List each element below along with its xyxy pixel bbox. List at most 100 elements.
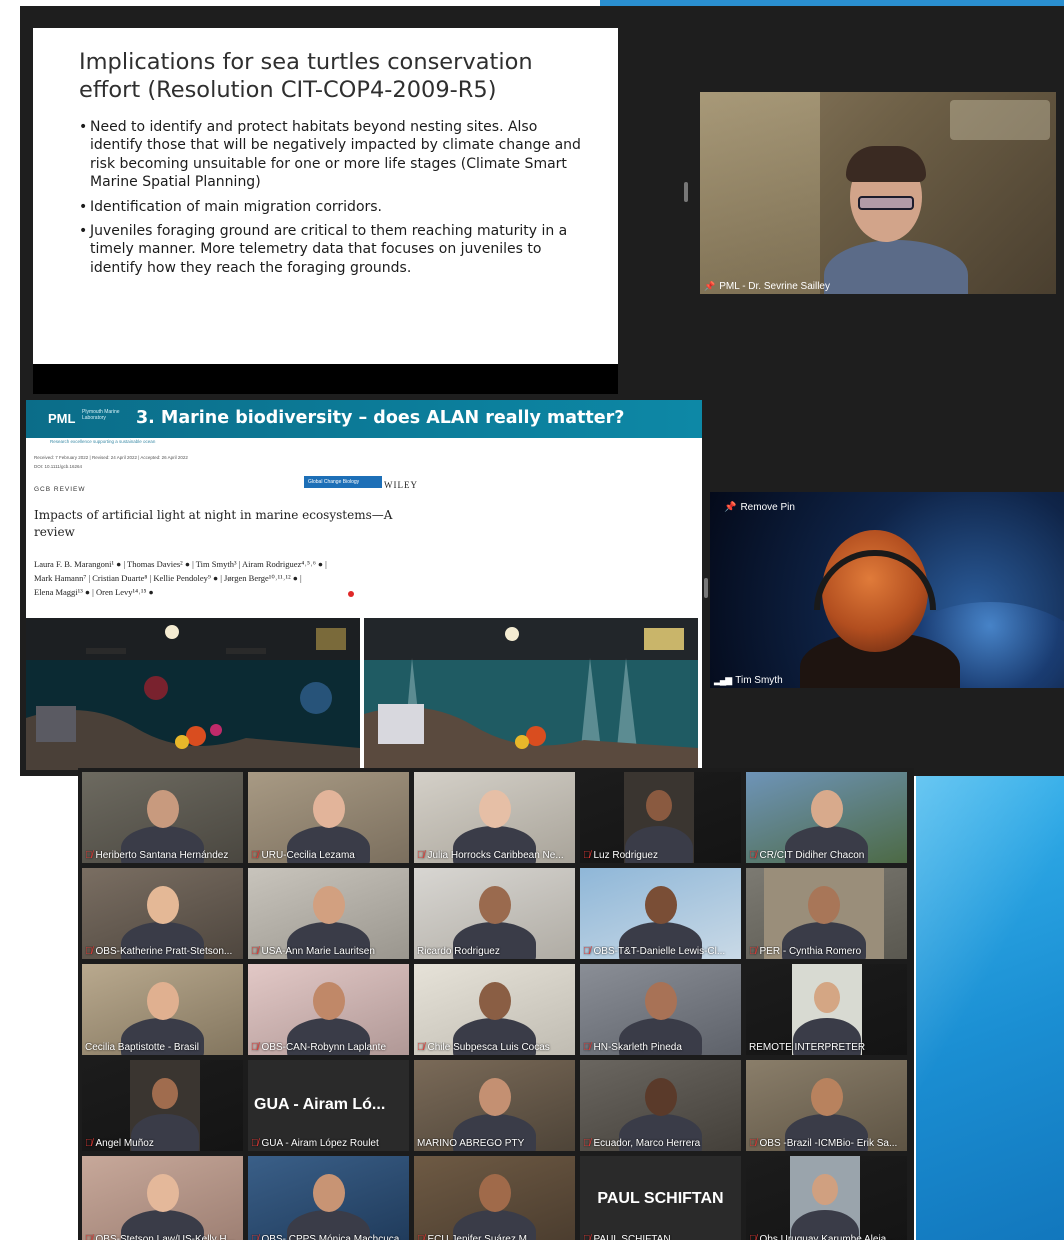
- participant-placeholder-name: GUA - Airam Ló...: [254, 1096, 386, 1113]
- participant-placeholder-name: PAUL SCHIFTAN: [597, 1190, 724, 1207]
- mic-muted-icon: 🎙̸: [749, 1234, 757, 1240]
- slide-title: Implications for sea turtles conservatio…: [79, 49, 533, 103]
- speaker-video-sevrine[interactable]: 📌 PML - Dr. Sevrine Sailley: [700, 92, 1056, 294]
- person-head: [814, 982, 840, 1014]
- participant-name: 🎙̸ Julia Horrocks Caribbean Ne...: [417, 850, 564, 861]
- participant-name: Cecilia Baptistotte - Brasil: [85, 1042, 199, 1053]
- author-line: Laura F. B. Marangoni¹ ● | Thomas Davies…: [34, 559, 327, 569]
- participant-name: 🎙̸ OBS-Stetson Law/US-Kelly H...: [85, 1234, 240, 1240]
- pin-icon: 📌: [724, 502, 737, 513]
- pin-icon: 📌: [704, 281, 716, 291]
- person-head: [146, 790, 179, 829]
- publisher-logo: WILEY: [384, 480, 418, 490]
- remove-pin-button[interactable]: 📌 Remove Pin: [724, 502, 795, 513]
- participant-tile[interactable]: 🎙̸ CR/CIT Didiher Chacon: [746, 772, 907, 863]
- participant-tile[interactable]: 🎙̸ Ecuador, Marco Herrera: [580, 1060, 741, 1151]
- participant-tile[interactable]: 🎙̸ Chile Subpesca Luis Cocas: [414, 964, 575, 1055]
- person-head: [146, 886, 179, 925]
- participant-tile[interactable]: 🎙̸ Julia Horrocks Caribbean Ne...: [414, 772, 575, 863]
- participant-tile[interactable]: 🎙̸ HN-Skarleth Pineda: [580, 964, 741, 1055]
- participant-tile[interactable]: Cecilia Baptistotte - Brasil: [82, 964, 243, 1055]
- pml-logo: PML: [48, 411, 76, 426]
- person-head: [478, 886, 511, 925]
- article-dates: Received: 7 February 2022 | Revised: 24 …: [34, 455, 188, 460]
- participant-tile[interactable]: 🎙̸ USA-Ann Marie Lauritsen: [248, 868, 409, 959]
- speaker-name-label: ▂▄▆ Tim Smyth: [714, 675, 783, 686]
- participant-tile[interactable]: 🎙̸ OBS -Brazil -ICMBio- Erik Sa...: [746, 1060, 907, 1151]
- person-head: [312, 790, 345, 829]
- slide-bullet-list: Need to identify and protect habitats be…: [79, 118, 592, 277]
- mic-muted-icon: 🎙̸: [85, 850, 93, 861]
- laser-pointer-dot: [348, 591, 354, 597]
- mic-muted-icon: 🎙̸: [583, 1138, 591, 1149]
- author-line: Elena Maggi¹³ ● | Oren Levy¹⁴˒¹⁵ ●: [34, 587, 154, 597]
- mic-muted-icon: 🎙̸: [417, 1234, 425, 1240]
- article-authors: Laura F. B. Marangoni¹ ● | Thomas Davies…: [34, 557, 434, 599]
- participant-name: 🎙̸ Heriberto Santana Hernández: [85, 850, 229, 861]
- person-head: [146, 982, 179, 1021]
- person-head: [312, 982, 345, 1021]
- splitter-handle[interactable]: [684, 182, 688, 202]
- person-head: [808, 886, 840, 925]
- participant-tile[interactable]: 🎙̸ Heriberto Santana Hernández: [82, 772, 243, 863]
- participant-tile[interactable]: PAUL SCHIFTAN 🎙̸ PAUL SCHIFTAN: [580, 1156, 741, 1240]
- person-head: [478, 982, 511, 1021]
- author-line: Mark Hamann⁷ | Cristian Duarte⁸ | Kellie…: [34, 573, 302, 583]
- participant-tile[interactable]: 🎙̸ OBS-CAN-Robynn Laplante: [248, 964, 409, 1055]
- person-head: [146, 1174, 179, 1213]
- slide-theme-accent-right: [916, 776, 1064, 1240]
- participant-tile[interactable]: 🎙̸ OBS-T&T-Danielle Lewis-Cl...: [580, 868, 741, 959]
- speaker-name-label: 📌 PML - Dr. Sevrine Sailley: [704, 281, 830, 292]
- slide-header-bar: PML Plymouth Marine Laboratory 3. Marine…: [26, 400, 702, 438]
- participant-name: 🎙̸ CR/CIT Didiher Chacon: [749, 850, 865, 861]
- article-title: Impacts of artificial light at night in …: [34, 508, 393, 539]
- participant-name: 🎙̸ PER - Cynthia Romero: [749, 946, 862, 957]
- person-head: [478, 1078, 511, 1117]
- person-head: [810, 790, 843, 829]
- participant-name: 🎙̸ OBS-Katherine Pratt-Stetson...: [85, 946, 233, 957]
- participant-tile[interactable]: 🎙̸ ECU Jenifer Suárez M: [414, 1156, 575, 1240]
- mic-muted-icon: 🎙̸: [85, 1138, 93, 1149]
- person-head: [478, 790, 511, 829]
- participant-tile[interactable]: Ricardo Rodriguez: [414, 868, 575, 959]
- mic-muted-icon: 🎙̸: [85, 946, 93, 957]
- mic-muted-icon: 🎙̸: [583, 1042, 591, 1053]
- participant-name: 🎙̸ GUA - Airam López Roulet: [251, 1138, 379, 1149]
- participant-tile[interactable]: 🎙̸ PER - Cynthia Romero: [746, 868, 907, 959]
- slide-bullet: Identification of main migration corrido…: [79, 198, 592, 217]
- slide-tagline: Research excellence supporting a sustain…: [50, 439, 156, 444]
- participant-name: 🎙̸ USA-Ann Marie Lauritsen: [251, 946, 375, 957]
- participant-name: MARINO ABREGO PTY: [417, 1138, 525, 1149]
- participant-tile[interactable]: 🎙̸ Luz Rodriguez: [580, 772, 741, 863]
- participant-tile[interactable]: 🎙̸ Angel Muñoz: [82, 1060, 243, 1151]
- journal-badge: Global Change Biology: [304, 476, 382, 488]
- mic-muted-icon: 🎙̸: [251, 1042, 259, 1053]
- mic-muted-icon: 🎙̸: [583, 946, 591, 957]
- person-head: [644, 1078, 677, 1117]
- participant-tile[interactable]: REMOTE INTERPRETER: [746, 964, 907, 1055]
- speaker-video-tim[interactable]: 📌 Remove Pin ▂▄▆ Tim Smyth: [710, 492, 1064, 688]
- mic-muted-icon: 🎙̸: [251, 1234, 259, 1240]
- participant-tile[interactable]: MARINO ABREGO PTY: [414, 1060, 575, 1151]
- participant-name: 🎙̸ OBS -Brazil -ICMBio- Erik Sa...: [749, 1138, 898, 1149]
- person-head: [152, 1078, 178, 1110]
- illustration-night-ocean-left: [26, 618, 360, 770]
- article-doi: DOI: 10.1111/gcb.16264: [34, 464, 83, 469]
- participant-name: 🎙̸ HN-Skarleth Pineda: [583, 1042, 682, 1053]
- participant-tile[interactable]: 🎙̸ OBS- CPPS Mónica Machcuca: [248, 1156, 409, 1240]
- slide-bullet: Need to identify and protect habitats be…: [79, 118, 592, 192]
- participant-tile[interactable]: 🎙̸ OBS-Katherine Pratt-Stetson...: [82, 868, 243, 959]
- person-head: [644, 886, 677, 925]
- participant-name: 🎙̸ ECU Jenifer Suárez M: [417, 1234, 572, 1240]
- participant-name: 🎙̸ OBS-CAN-Robynn Laplante: [251, 1042, 387, 1053]
- participant-tile[interactable]: 🎙̸ OBS-Stetson Law/US-Kelly H...: [82, 1156, 243, 1240]
- participant-name: 🎙̸ OBS- CPPS Mónica Machcuca: [251, 1234, 406, 1240]
- participant-tile[interactable]: 🎙̸ Obs Uruguay Karumbe Aleja...: [746, 1156, 907, 1240]
- shared-slide-turtles: Implications for sea turtles conservatio…: [33, 28, 618, 364]
- mic-muted-icon: 🎙̸: [583, 850, 591, 861]
- splitter-handle[interactable]: [704, 578, 708, 598]
- mic-muted-icon: 🎙̸: [749, 1138, 757, 1149]
- illustration-night-ocean-right: [364, 618, 698, 770]
- participant-tile[interactable]: GUA - Airam Ló... 🎙̸ GUA - Airam López Rou…: [248, 1060, 409, 1151]
- participant-tile[interactable]: 🎙̸ URU-Cecilia Lezama: [248, 772, 409, 863]
